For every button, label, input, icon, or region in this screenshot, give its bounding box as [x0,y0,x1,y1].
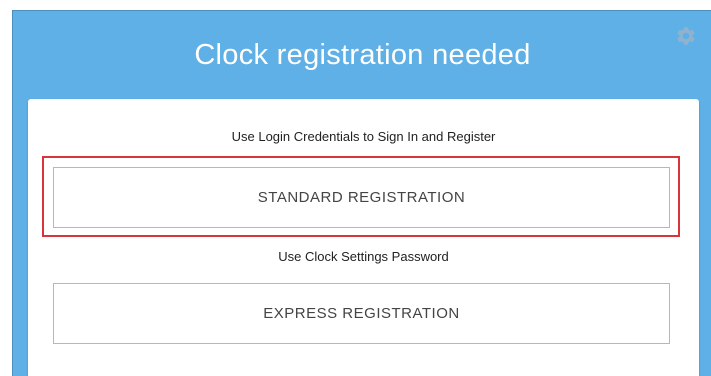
standard-registration-button[interactable]: STANDARD REGISTRATION [53,167,670,228]
standard-registration-label: STANDARD REGISTRATION [257,189,466,206]
registration-card: Use Login Credentials to Sign In and Reg… [28,99,699,376]
top-margin [0,0,711,10]
express-registration-label: EXPRESS REGISTRATION [263,305,460,322]
express-registration-hint: Use Clock Settings Password [278,249,449,264]
registration-screen: Clock registration needed Use Login Cred… [12,10,711,376]
gear-icon[interactable] [675,25,697,47]
express-registration-button[interactable]: EXPRESS REGISTRATION [53,283,670,344]
page-title: Clock registration needed [194,39,531,71]
standard-registration-hint: Use Login Credentials to Sign In and Reg… [231,129,496,144]
